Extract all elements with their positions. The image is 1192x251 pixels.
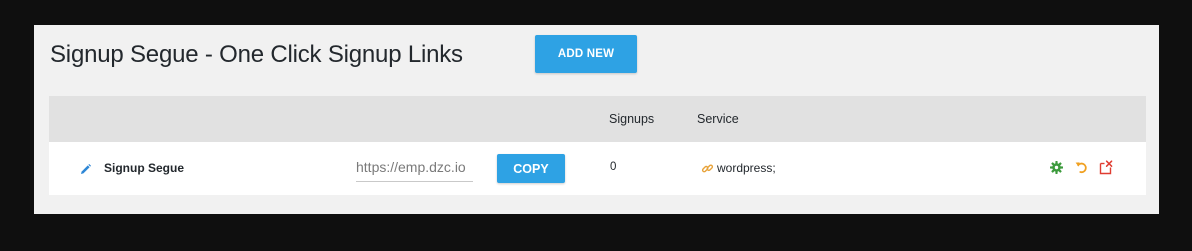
link-name: Signup Segue	[104, 161, 185, 175]
undo-icon[interactable]	[1074, 160, 1089, 175]
link-icon	[701, 164, 714, 172]
service-name: wordpress;	[717, 161, 776, 175]
gear-icon[interactable]	[1049, 160, 1064, 175]
page-title: Signup Segue - One Click Signup Links	[50, 41, 463, 68]
signup-link-field[interactable]	[356, 153, 473, 182]
column-header-service: Service	[697, 112, 739, 126]
signups-count: 0	[610, 161, 617, 173]
table-header: Signups Service	[49, 96, 1146, 142]
add-new-button[interactable]: ADD NEW	[535, 35, 637, 73]
delete-icon[interactable]	[1098, 160, 1113, 175]
column-header-signups: Signups	[609, 112, 655, 126]
main-panel: Signup Segue - One Click Signup Links AD…	[34, 25, 1159, 214]
links-table: Signups Service Signup Segue COPY 0 word…	[49, 96, 1146, 195]
copy-button[interactable]: COPY	[497, 154, 565, 183]
pencil-icon[interactable]	[79, 163, 92, 176]
service-cell: wordpress;	[701, 161, 776, 175]
table-row: Signup Segue COPY 0 wordpress;	[49, 142, 1146, 195]
